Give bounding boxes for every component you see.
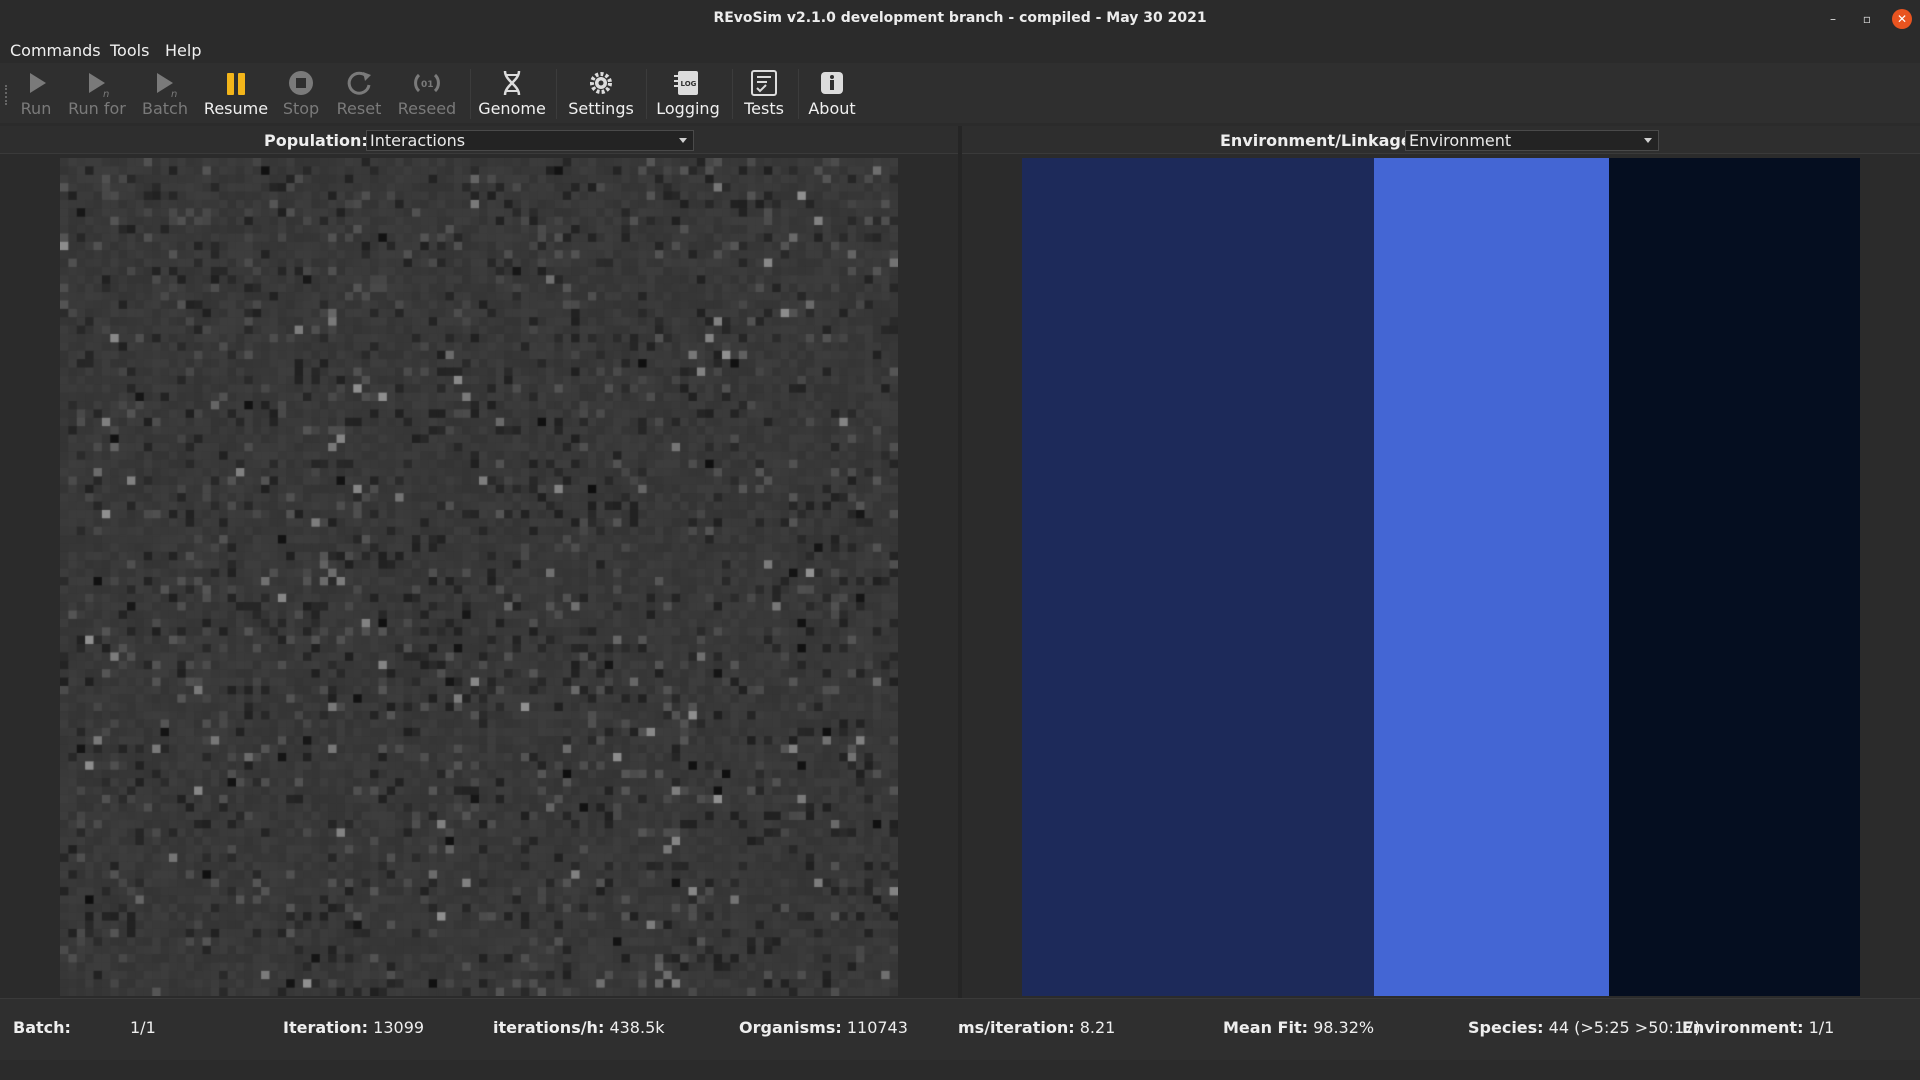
chevron-down-icon — [679, 138, 687, 143]
resume-label: Resume — [203, 99, 269, 118]
logging-button[interactable]: LOG Logging — [654, 67, 722, 118]
svg-text:n: n — [103, 89, 109, 99]
reseed-icon: 01 — [414, 73, 440, 93]
environment-label: Environment/Linkage: — [1220, 131, 1419, 150]
population-label: Population: — [264, 131, 368, 150]
population-view — [0, 155, 958, 998]
checklist-icon — [751, 70, 777, 96]
resume-button[interactable]: Resume — [202, 67, 270, 118]
status-batch-value: 1/1 — [130, 1018, 156, 1037]
batch-label: Batch — [142, 99, 188, 118]
log-icon: LOG — [674, 71, 698, 95]
play-icon — [30, 73, 46, 93]
status-environment: Environment: 1/1 — [1682, 1018, 1835, 1037]
status-mean-fit: Mean Fit: 98.32% — [1223, 1018, 1375, 1037]
refresh-icon — [347, 71, 371, 95]
about-button[interactable]: About — [806, 67, 858, 118]
svg-text:LOG: LOG — [681, 80, 697, 88]
batch-button[interactable]: n Batch — [140, 67, 190, 118]
stop-button[interactable]: Stop — [280, 67, 322, 118]
stop-label: Stop — [282, 99, 320, 118]
chevron-down-icon — [1644, 138, 1652, 143]
environment-select-value: Environment — [1409, 131, 1512, 150]
menu-bar: Commands Tools Help — [0, 37, 1920, 63]
pause-icon — [227, 73, 245, 95]
population-canvas[interactable] — [60, 158, 898, 996]
reset-button[interactable]: Reset — [334, 67, 384, 118]
toolbar-separator — [798, 69, 799, 119]
run-for-label: Run for — [68, 99, 126, 118]
environment-band — [1373, 158, 1609, 996]
genome-label: Genome — [478, 99, 546, 118]
genome-button[interactable]: Genome — [478, 67, 546, 118]
svg-text:n: n — [171, 89, 177, 99]
run-label: Run — [20, 99, 52, 118]
status-bar: Batch: 1/1 Iteration: 13099 iterations/h… — [0, 998, 1920, 1060]
svg-text:01: 01 — [421, 80, 434, 90]
toolbar-separator — [470, 69, 471, 119]
settings-button[interactable]: Settings — [566, 67, 636, 118]
status-iterations-per-hour: iterations/h: 438.5k — [493, 1018, 665, 1037]
minimize-button[interactable]: – — [1823, 9, 1843, 29]
menu-tools[interactable]: Tools — [110, 41, 149, 60]
close-button[interactable]: ✕ — [1892, 9, 1912, 29]
menu-help[interactable]: Help — [165, 41, 201, 60]
environment-band — [1608, 158, 1860, 996]
about-label: About — [808, 99, 856, 118]
reseed-label: Reseed — [397, 99, 457, 118]
restore-button[interactable]: ▫ — [1857, 9, 1877, 29]
play-n-icon: n — [157, 73, 177, 99]
gear-icon — [590, 72, 612, 94]
tests-label: Tests — [744, 99, 784, 118]
environment-band — [1022, 158, 1374, 996]
menu-commands[interactable]: Commands — [10, 41, 101, 60]
status-species: Species: 44 (>5:25 >50:17) — [1468, 1018, 1701, 1037]
population-select-value: Interactions — [370, 131, 466, 150]
population-header: Population: Interactions — [0, 126, 958, 154]
status-ms-per-iteration: ms/iteration: 8.21 — [958, 1018, 1116, 1037]
toolbar-grip[interactable] — [5, 85, 9, 105]
population-select[interactable]: Interactions — [366, 130, 694, 151]
play-n-icon: n — [89, 73, 109, 99]
toolbar-separator — [556, 69, 557, 119]
stop-icon — [289, 71, 313, 95]
title-bar: REvoSim v2.1.0 development branch - comp… — [0, 0, 1920, 37]
settings-label: Settings — [568, 99, 634, 118]
bottom-strip — [0, 1060, 1920, 1080]
toolbar-separator — [646, 69, 647, 119]
toolbar: Run n Run for n Batch Resume Stop Reset … — [0, 63, 1920, 123]
dna-icon — [503, 70, 521, 96]
environment-select[interactable]: Environment — [1405, 130, 1659, 151]
status-organisms: Organisms: 110743 — [739, 1018, 908, 1037]
environment-header: Environment/Linkage: Environment — [962, 126, 1920, 154]
window-title: REvoSim v2.1.0 development branch - comp… — [713, 10, 1207, 26]
status-iteration: Iteration: 13099 — [283, 1018, 425, 1037]
toolbar-separator — [732, 69, 733, 119]
reseed-button[interactable]: 01 Reseed — [396, 67, 458, 118]
environment-canvas[interactable] — [1022, 158, 1860, 996]
status-batch: Batch: — [13, 1018, 71, 1037]
tests-button[interactable]: Tests — [740, 67, 788, 118]
reset-label: Reset — [336, 99, 382, 118]
info-icon — [821, 72, 843, 94]
logging-label: Logging — [656, 99, 720, 118]
environment-view — [962, 155, 1920, 998]
run-button[interactable]: Run — [16, 67, 56, 118]
run-for-button[interactable]: n Run for — [66, 67, 128, 118]
